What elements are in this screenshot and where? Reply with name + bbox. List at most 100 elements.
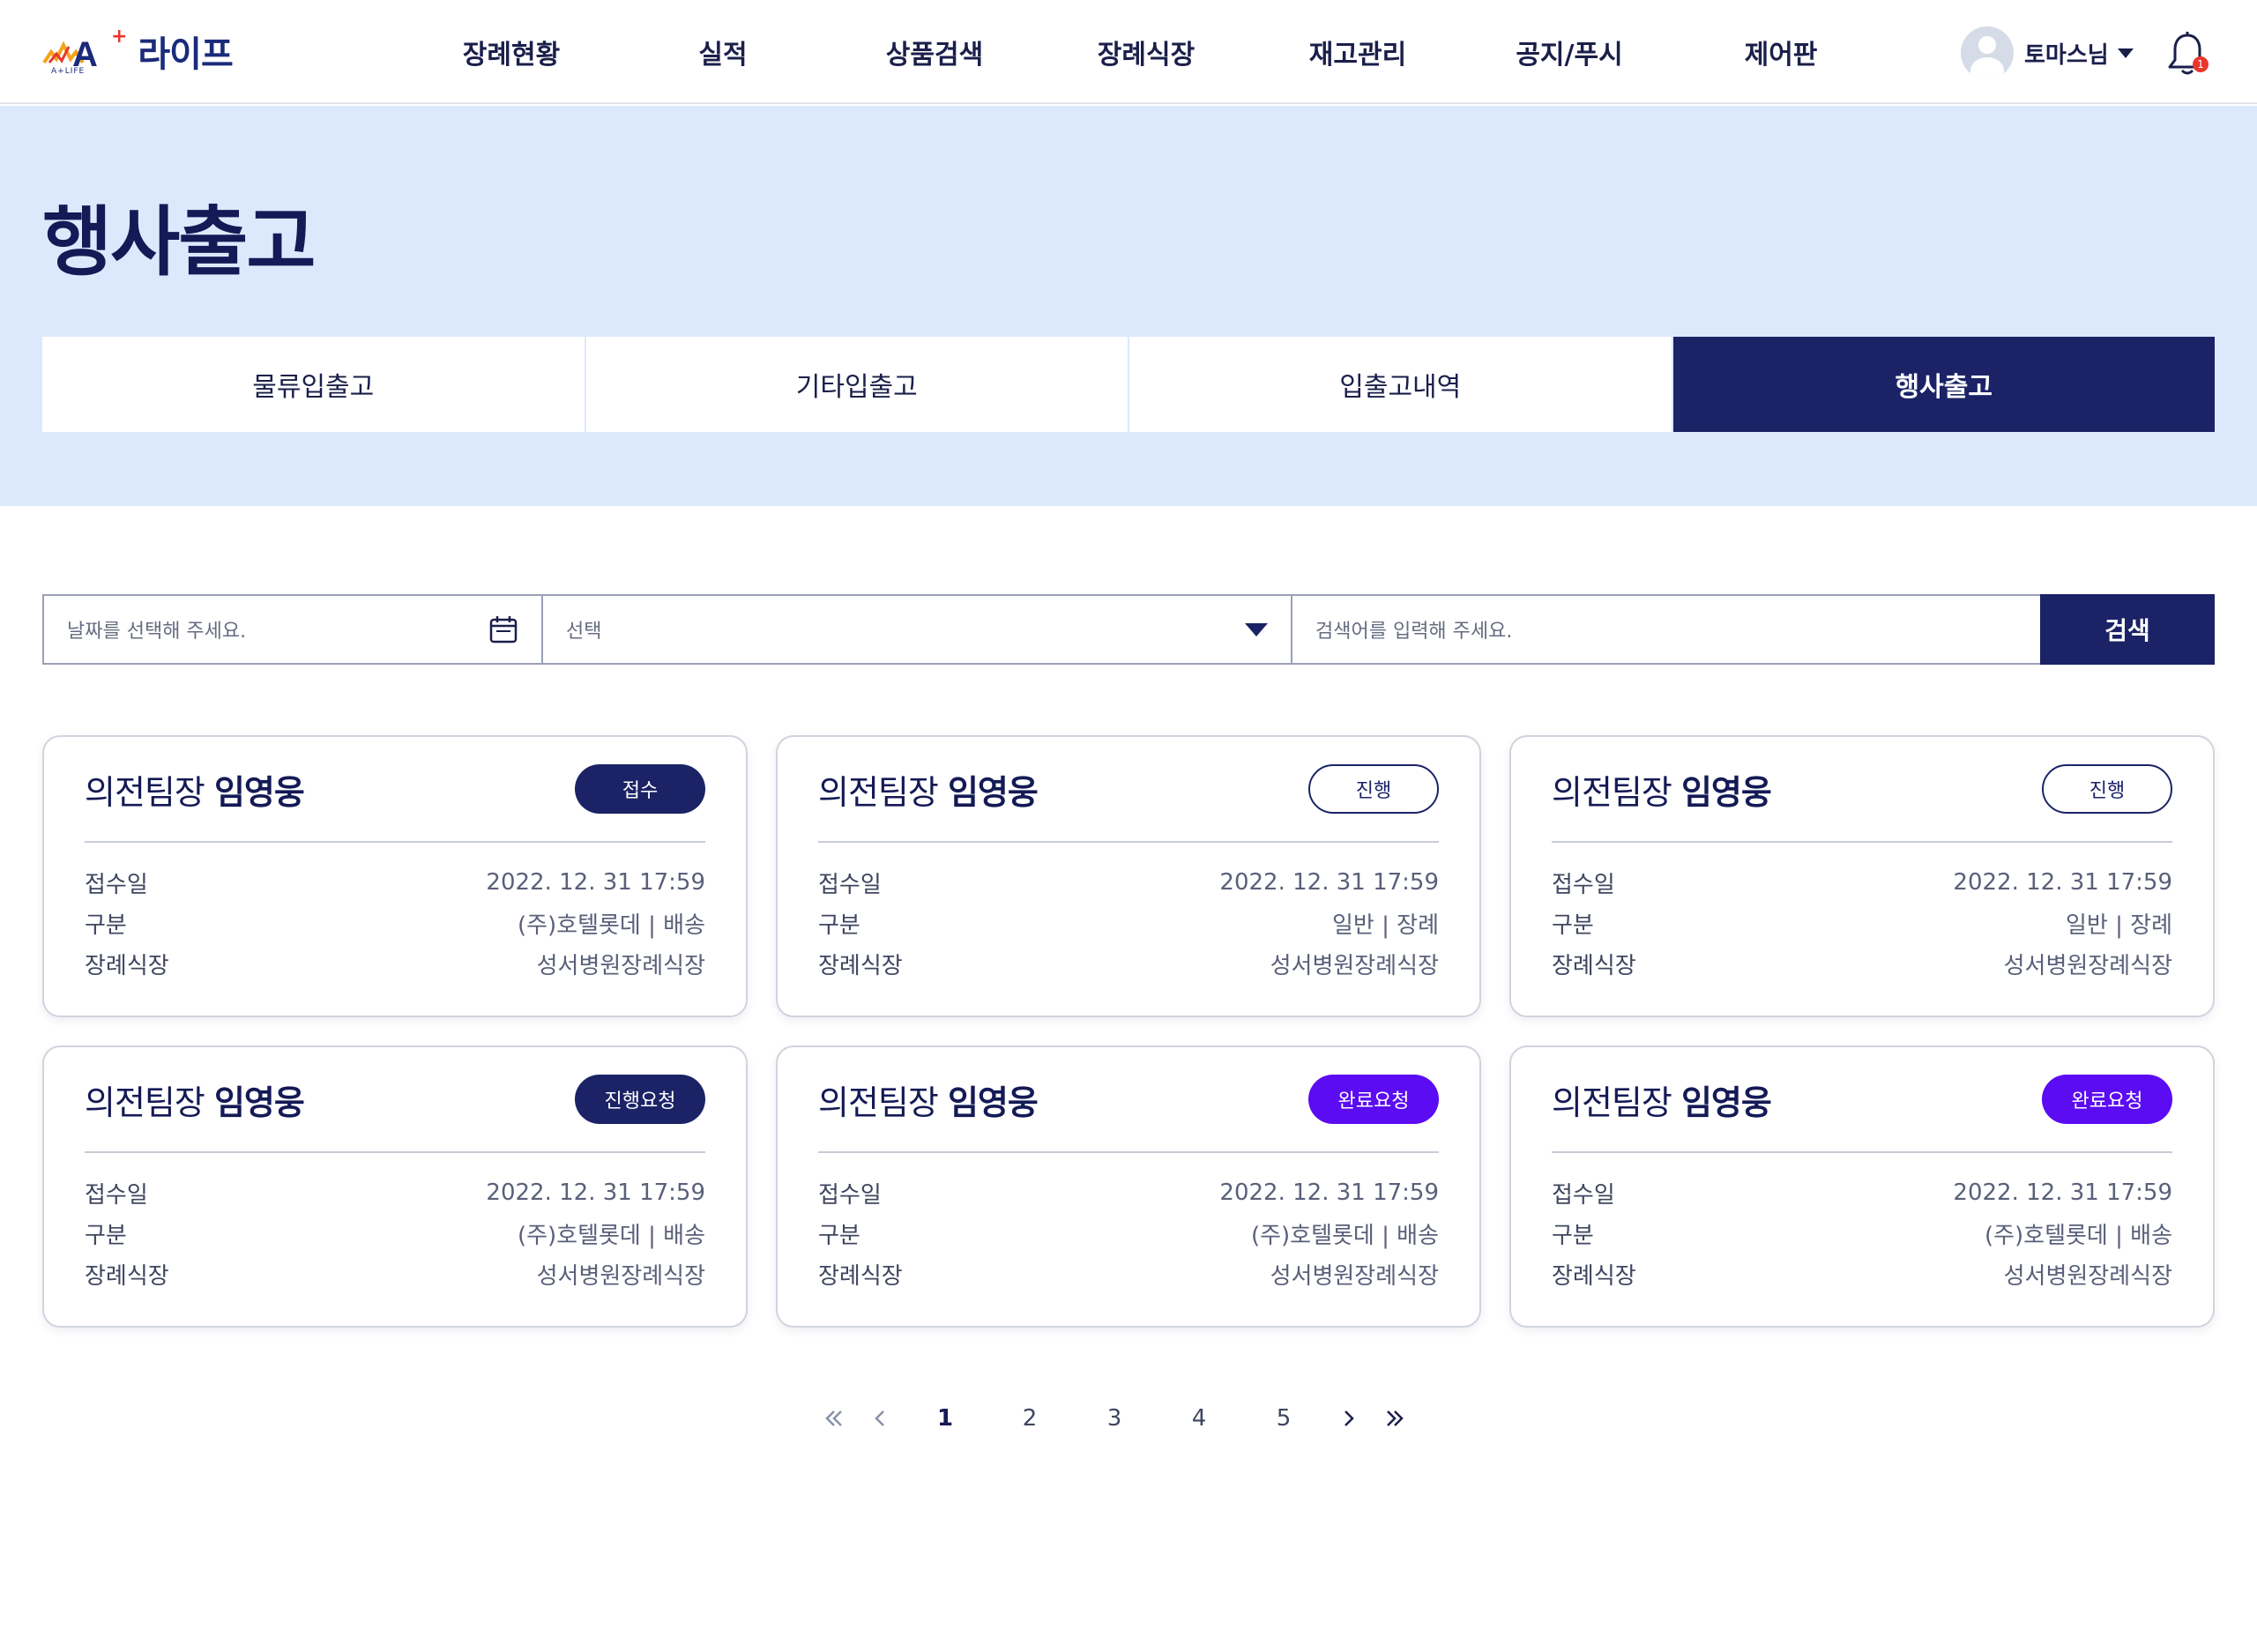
card-info-row: 장례식장 성서병원장례식장	[85, 943, 705, 984]
chevron-down-icon	[2117, 48, 2134, 58]
page-title: 행사출고	[42, 198, 316, 286]
info-value: 성서병원장례식장	[536, 952, 705, 979]
info-value: 2022. 12. 31 17:59	[486, 869, 705, 896]
status-badge: 진행	[1308, 764, 1439, 814]
page-number-4[interactable]: 4	[1157, 1396, 1241, 1440]
category-select[interactable]: 선택	[543, 596, 1292, 663]
tab-event-release[interactable]: 행사출고	[1672, 337, 2215, 432]
page-number-3[interactable]: 3	[1072, 1396, 1157, 1440]
nav-item-notice-push[interactable]: 공지/푸시	[1464, 0, 1675, 104]
chevron-right-icon	[1345, 1410, 1354, 1426]
info-label: 장례식장	[1552, 1262, 1636, 1290]
info-value: 성서병원장례식장	[2003, 952, 2172, 979]
nav-item-performance[interactable]: 실적	[617, 0, 829, 104]
sub-tabs: 물류입출고 기타입출고 입출고내역 행사출고	[42, 337, 2215, 432]
info-label: 구분	[1552, 912, 1594, 939]
info-label: 장례식장	[818, 952, 903, 979]
page-number-5[interactable]: 5	[1241, 1396, 1326, 1440]
main-nav: 장례현황 실적 상품검색 장례식장 재고관리 공지/푸시 제어판	[406, 0, 1887, 104]
card-info-row: 장례식장 성서병원장례식장	[85, 1254, 705, 1294]
tab-logistics-inout[interactable]: 물류입출고	[42, 337, 586, 432]
info-label: 접수일	[85, 871, 148, 898]
event-card-grid: 의전팀장 임영웅 접수 접수일 2022. 12. 31 17:59 구분 (주)호텔롯데…	[42, 735, 2215, 1328]
keyword-input[interactable]: 검색어를 입력해 주세요.	[1292, 596, 2040, 663]
info-value: 2022. 12. 31 17:59	[1953, 1179, 2172, 1206]
event-card[interactable]: 의전팀장 임영웅 완료요청 접수일 2022. 12. 31 17:59 구분 (주)호텔…	[776, 1046, 1481, 1328]
card-body: 접수일 2022. 12. 31 17:59 구분 (주)호텔롯데 | 배송 장례식장 성…	[818, 1153, 1439, 1294]
card-info-row: 접수일 2022. 12. 31 17:59	[818, 1172, 1439, 1213]
card-info-row: 구분 일반 | 장례	[818, 903, 1439, 943]
card-person-name: 임영웅	[213, 1083, 305, 1122]
next-page-button[interactable]	[1326, 1396, 1372, 1440]
nav-item-inventory[interactable]: 재고관리	[1252, 0, 1464, 104]
event-card[interactable]: 의전팀장 임영웅 접수 접수일 2022. 12. 31 17:59 구분 (주)호텔롯데…	[42, 735, 748, 1017]
info-value: (주)호텔롯데 | 배송	[1984, 1222, 2172, 1249]
info-value: 성서병원장례식장	[1270, 1262, 1439, 1290]
card-person-name: 임영웅	[947, 1083, 1039, 1122]
nav-item-product-search[interactable]: 상품검색	[829, 0, 1040, 104]
info-value: 2022. 12. 31 17:59	[1219, 869, 1439, 896]
card-header: 의전팀장 임영웅 접수	[85, 737, 705, 843]
card-header: 의전팀장 임영웅 진행	[818, 737, 1439, 843]
card-role: 의전팀장	[85, 772, 205, 812]
event-card[interactable]: 의전팀장 임영웅 진행접수일 2022. 12. 31 17:59 구분 일반 | 장례…	[1509, 735, 2215, 1017]
card-role: 의전팀장	[818, 772, 939, 812]
notification-badge: 1	[2193, 56, 2209, 72]
logo-word: 라이프	[138, 34, 233, 75]
info-value: 2022. 12. 31 17:59	[486, 1179, 705, 1206]
double-chevron-right-icon	[1387, 1410, 1404, 1426]
user-menu[interactable]: 토마스님	[1961, 26, 2134, 79]
calendar-icon[interactable]	[488, 614, 518, 644]
prev-page-button[interactable]	[857, 1396, 903, 1440]
info-label: 장례식장	[85, 952, 169, 979]
card-title: 의전팀장 임영웅	[1552, 1075, 1772, 1124]
card-header: 의전팀장 임영웅 완료요청	[818, 1047, 1439, 1153]
card-person-name: 임영웅	[1680, 1083, 1772, 1122]
card-info-row: 구분 (주)호텔롯데 | 배송	[85, 1213, 705, 1254]
status-badge: 완료요청	[2042, 1075, 2172, 1124]
last-page-button[interactable]	[1372, 1396, 1418, 1440]
card-person-name: 임영웅	[1680, 772, 1772, 812]
search-bar: 날짜를 선택해 주세요. 선택 검색어를 입력해 주세요. 검색	[42, 594, 2215, 665]
page-number-1[interactable]: 1	[903, 1396, 987, 1440]
first-page-button[interactable]	[811, 1396, 857, 1440]
chevron-left-icon	[875, 1410, 884, 1426]
notification-button[interactable]: 1	[2165, 30, 2209, 78]
page-number-2[interactable]: 2	[987, 1396, 1072, 1440]
card-body: 접수일 2022. 12. 31 17:59 구분 일반 | 장례 장례식장 성서병원장례…	[818, 843, 1439, 984]
info-value: 성서병원장례식장	[536, 1262, 705, 1290]
hero-section: 행사출고 물류입출고 기타입출고 입출고내역 행사출고	[0, 106, 2257, 506]
info-label: 구분	[85, 912, 127, 939]
card-info-row: 장례식장 성서병원장례식장	[1552, 943, 2172, 984]
nav-item-funeral-hall[interactable]: 장례식장	[1040, 0, 1252, 104]
search-button[interactable]: 검색	[2040, 594, 2215, 665]
info-label: 구분	[818, 1222, 860, 1249]
card-title: 의전팀장 임영웅	[818, 765, 1039, 814]
tab-inout-history[interactable]: 입출고내역	[1129, 337, 1673, 432]
card-header: 의전팀장 임영웅 진행요청	[85, 1047, 705, 1153]
info-label: 장례식장	[1552, 952, 1636, 979]
date-field[interactable]: 날짜를 선택해 주세요.	[44, 596, 543, 663]
status-badge: 진행	[2042, 764, 2172, 814]
card-title: 의전팀장 임영웅	[1552, 765, 1772, 814]
pagination: 1 2 3 4 5	[811, 1396, 1418, 1440]
info-label: 구분	[1552, 1222, 1594, 1249]
event-card[interactable]: 의전팀장 임영웅 진행요청접수일 2022. 12. 31 17:59 구분 (주)호텔…	[42, 1046, 748, 1328]
event-card[interactable]: 의전팀장 임영웅 진행접수일 2022. 12. 31 17:59 구분 일반 | 장례…	[776, 735, 1481, 1017]
card-info-row: 접수일 2022. 12. 31 17:59	[1552, 1172, 2172, 1213]
info-label: 접수일	[818, 1181, 882, 1209]
event-card[interactable]: 의전팀장 임영웅 완료요청접수일 2022. 12. 31 17:59 구분 (주)호텔…	[1509, 1046, 2215, 1328]
card-person-name: 임영웅	[947, 772, 1039, 812]
nav-item-funeral-status[interactable]: 장례현황	[406, 0, 617, 104]
card-body: 접수일 2022. 12. 31 17:59 구분 일반 | 장례 장례식장 성서병원장례…	[1552, 843, 2172, 984]
nav-item-control-panel[interactable]: 제어판	[1675, 0, 1887, 104]
info-value: 2022. 12. 31 17:59	[1219, 1179, 1439, 1206]
info-label: 구분	[818, 912, 860, 939]
brand-logo[interactable]: A + 라이프 A+LIFE	[42, 25, 234, 78]
card-role: 의전팀장	[85, 1083, 205, 1122]
card-info-row: 접수일 2022. 12. 31 17:59	[85, 1172, 705, 1213]
info-label: 접수일	[818, 871, 882, 898]
double-chevron-left-icon	[825, 1410, 842, 1426]
tab-other-inout[interactable]: 기타입출고	[585, 337, 1129, 432]
card-info-row: 장례식장 성서병원장례식장	[1552, 1254, 2172, 1294]
